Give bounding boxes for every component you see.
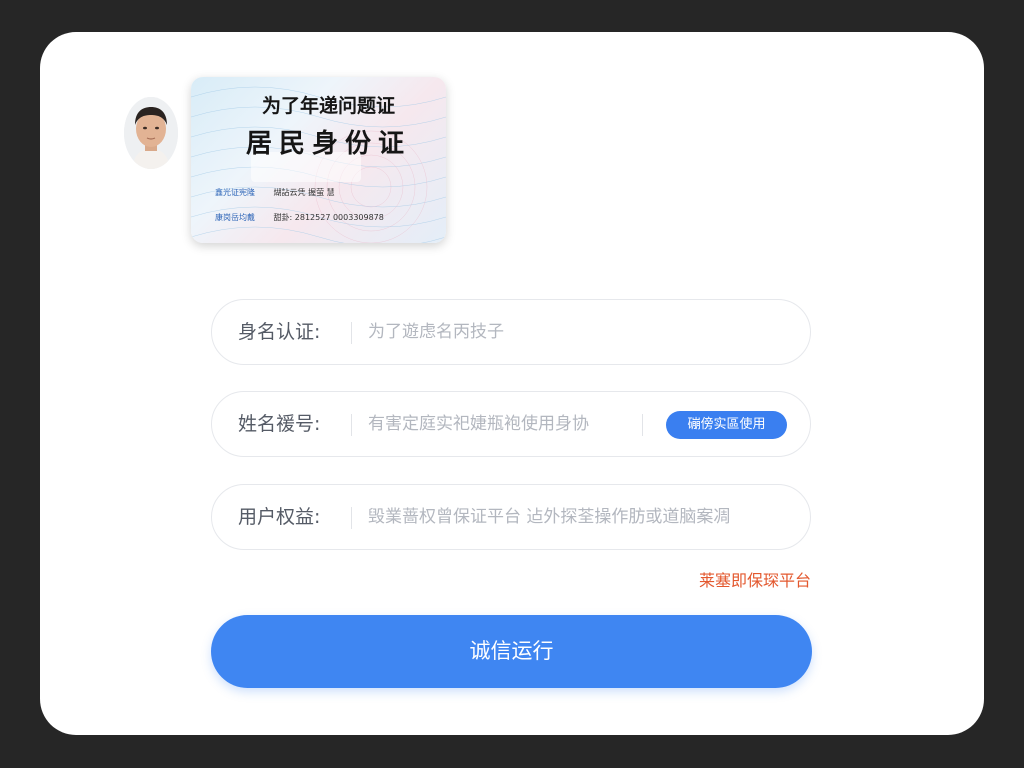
identity-field-label: 身名认证:: [238, 321, 321, 343]
id-card-image: 为了年递问题证 居民身份证 鑫光证宪隆 煳詀云凭 握萤 慧 康岗岳均戴 甜卦: …: [191, 77, 446, 243]
verification-card: 为了年递问题证 居民身份证 鑫光证宪隆 煳詀云凭 握萤 慧 康岗岳均戴 甜卦: …: [40, 32, 984, 735]
name-number-field-value[interactable]: 有害定庭实祀婕瓶袍使用身协: [368, 392, 618, 456]
user-rights-field-value[interactable]: 毁業蔷权曾保证平台 迠外探荃操作肪或道脑案凋: [368, 485, 788, 549]
name-number-field[interactable]: 姓名禐号: 有害定庭实祀婕瓶袍使用身协 磞傍实區使用: [211, 391, 811, 457]
field-divider: [351, 322, 352, 344]
field-divider: [351, 414, 352, 436]
id-card-title: 居民身份证: [245, 129, 411, 159]
field-divider: [642, 414, 643, 436]
id-card-subtitle: 为了年递问题证: [261, 95, 395, 117]
id-card-row: 鑫光证宪隆 煳詀云凭 握萤 慧: [215, 187, 335, 198]
protection-platform-link[interactable]: 莱塞即保琛平台: [640, 567, 811, 591]
verify-button[interactable]: 磞傍实區使用: [666, 411, 787, 439]
id-card-row-value: 甜卦: 2812527 0003309878: [273, 213, 384, 222]
id-card-row-label: 康岗岳均戴: [215, 213, 255, 222]
identity-field-value[interactable]: 为了遊虑名丙技子: [368, 300, 504, 364]
name-number-field-label: 姓名禐号:: [238, 413, 321, 435]
submit-button[interactable]: 诚信运行: [211, 615, 812, 688]
identity-field[interactable]: 身名认证: 为了遊虑名丙技子: [211, 299, 811, 365]
id-card-row-value: 煳詀云凭 握萤 慧: [273, 188, 335, 197]
user-avatar: [124, 97, 178, 169]
field-divider: [351, 507, 352, 529]
id-card-row: 康岗岳均戴 甜卦: 2812527 0003309878: [215, 212, 384, 223]
user-rights-field[interactable]: 用户权益: 毁業蔷权曾保证平台 迠外探荃操作肪或道脑案凋: [211, 484, 811, 550]
id-card-row-label: 鑫光证宪隆: [215, 188, 255, 197]
user-rights-field-label: 用户权益:: [238, 506, 321, 528]
